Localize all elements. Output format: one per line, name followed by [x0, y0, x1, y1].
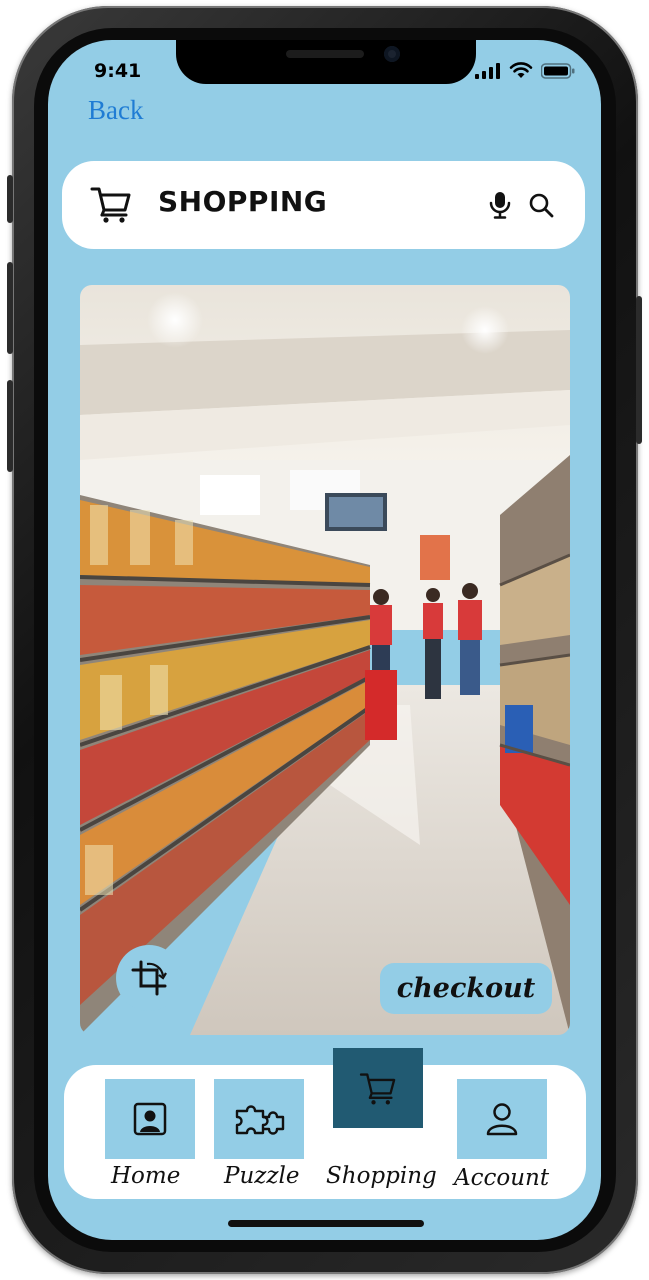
status-time: 9:41: [94, 60, 142, 82]
notch: [176, 40, 476, 84]
app-screen: 9:41 Back SHOPPING checkout Home Puzzle …: [48, 40, 601, 1240]
volume-down-button: [7, 380, 13, 472]
shopping-cart-icon: [359, 1073, 396, 1105]
store-aisle-image: [80, 285, 570, 1035]
search-icon[interactable]: [528, 192, 554, 218]
store-aisle-photo: [80, 285, 570, 1035]
home-indicator[interactable]: [228, 1220, 424, 1227]
crop-rotate-button[interactable]: [116, 945, 182, 1011]
back-link[interactable]: Back: [88, 95, 143, 126]
user-icon: [486, 1103, 518, 1136]
cellular-signal-icon: [475, 62, 500, 79]
nav-label-puzzle: Puzzle: [224, 1163, 300, 1189]
nav-item-puzzle[interactable]: Puzzle: [214, 1079, 304, 1199]
battery-icon: [541, 62, 575, 79]
earpiece-speaker: [286, 50, 364, 58]
microphone-icon[interactable]: [489, 191, 511, 219]
mute-switch: [7, 175, 13, 223]
nav-label-shopping: Shopping: [326, 1163, 437, 1189]
nav-label-home: Home: [111, 1163, 181, 1189]
crop-rotate-icon: [131, 960, 167, 996]
search-title: SHOPPING: [158, 185, 328, 218]
nav-item-account[interactable]: Account: [454, 1079, 550, 1199]
nav-tile-shopping: [333, 1048, 423, 1128]
nav-label-account: Account: [454, 1165, 550, 1191]
checkout-button[interactable]: checkout: [380, 963, 552, 1014]
power-button: [636, 296, 642, 444]
status-icons: [475, 62, 575, 79]
shopping-cart-icon: [90, 187, 131, 223]
nav-tile-account: [457, 1079, 547, 1159]
puzzle-piece-icon: [235, 1105, 285, 1135]
front-camera: [384, 46, 400, 62]
bottom-nav: Home Puzzle Shopping Account: [64, 1048, 586, 1199]
search-bar[interactable]: SHOPPING: [62, 161, 585, 249]
nav-tile-puzzle: [214, 1079, 304, 1159]
person-portrait-icon: [133, 1102, 167, 1136]
nav-item-shopping[interactable]: Shopping: [326, 1048, 444, 1199]
wifi-icon: [509, 62, 533, 78]
nav-tile-home: [105, 1079, 195, 1159]
nav-item-home[interactable]: Home: [105, 1079, 195, 1199]
volume-up-button: [7, 262, 13, 354]
